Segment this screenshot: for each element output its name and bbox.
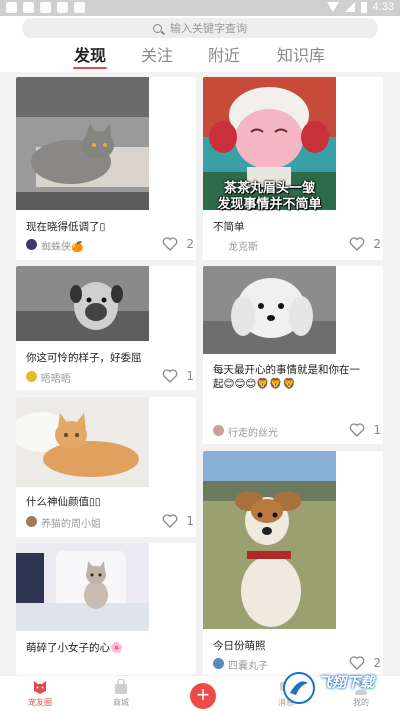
watermark: 飞翔下载 (282, 668, 394, 708)
post-image-pug[interactable] (16, 266, 149, 341)
like-count: 1 (373, 423, 381, 437)
username[interactable]: 蜘蛛侠🍊 (41, 238, 83, 253)
post-meta: 晤晤晤 1 (26, 369, 196, 385)
post-image-white-puppy[interactable] (203, 266, 336, 354)
post-meta: 蜘蛛侠🍊 2 (26, 237, 196, 253)
notification-icon (23, 2, 34, 13)
post-meta: 龙克斯 2 (213, 237, 383, 253)
post-meta: 养猫的周小姐 1 (26, 514, 196, 530)
username[interactable]: 养猫的周小姐 (41, 515, 101, 530)
nav-pet-circle[interactable]: 宠友圈 (10, 679, 70, 708)
like-count: 1 (186, 369, 194, 383)
like-count: 1 (186, 514, 194, 528)
post-title: 每天最开心的事情就是和你在一 (213, 364, 360, 376)
image-caption: 发现事情并不简单 (217, 197, 322, 212)
notification-icon (57, 2, 68, 13)
post-card[interactable]: 今日份萌照 四囊丸子 2 (203, 451, 383, 675)
signal-icon (344, 2, 355, 12)
watermark-logo-icon (283, 672, 315, 704)
post-title: 你这可怜的样子，好委屈 (26, 352, 142, 364)
heart-icon[interactable] (349, 423, 365, 437)
status-bar: 4:33 (0, 0, 400, 16)
post-title: 什么神仙颜值▯▯ (26, 496, 101, 508)
app-header: 输入关键字查询 发现 关注 附近 知识库 (0, 16, 400, 72)
add-post-button[interactable]: + (190, 683, 216, 709)
search-bar[interactable]: 输入关键字查询 (22, 18, 378, 38)
post-title: 不简单 (213, 221, 245, 233)
watermark-text: 飞翔下载 (318, 675, 374, 691)
post-meta: 行走的丝光 1 (213, 423, 383, 439)
post-title: 萌碎了小女子的心🌸 (26, 642, 124, 654)
wifi-icon (326, 2, 339, 12)
post-card[interactable]: 现在晓得低调了▯ 蜘蛛侠🍊 2 (16, 77, 196, 260)
notification-icon (6, 2, 17, 13)
battery-icon (360, 1, 367, 13)
notification-icons (6, 2, 85, 13)
heart-icon[interactable] (162, 369, 178, 383)
username[interactable]: 四囊丸子 (228, 657, 268, 672)
post-image-orange-cat[interactable] (16, 397, 149, 487)
post-card[interactable]: 萌碎了小女子的心🌸 (16, 543, 196, 675)
notification-icon (74, 2, 85, 13)
avatar[interactable] (26, 239, 37, 250)
like-count: 2 (186, 237, 194, 251)
notification-icon (40, 2, 51, 13)
post-title: 今日份萌照 (213, 640, 266, 652)
heart-icon[interactable] (349, 237, 365, 251)
search-placeholder: 输入关键字查询 (170, 22, 247, 35)
heart-icon[interactable] (162, 237, 178, 251)
tab-nearby[interactable]: 附近 (184, 42, 264, 66)
avatar[interactable] (26, 516, 37, 527)
tab-knowledge[interactable]: 知识库 (261, 42, 341, 66)
post-image-kitten[interactable] (16, 543, 149, 631)
avatar[interactable] (213, 239, 224, 250)
post-card[interactable]: 你这可怜的样子，好委屈 晤晤晤 1 (16, 266, 196, 390)
active-tab-indicator (73, 67, 107, 69)
username[interactable]: 晤晤晤 (41, 370, 71, 385)
post-card[interactable]: 什么神仙颜值▯▯ 养猫的周小姐 1 (16, 397, 196, 537)
post-image-dog-on-grass[interactable] (203, 451, 336, 629)
nav-label: 商城 (113, 698, 129, 707)
post-card[interactable]: 茶茶丸眉头一皱 发现事情并不简单 不简单 龙克斯 2 (203, 77, 383, 260)
add-icon: + (196, 682, 210, 707)
shop-bag-icon (115, 679, 127, 694)
avatar[interactable] (26, 371, 37, 382)
username[interactable]: 行走的丝光 (228, 424, 278, 439)
post-card[interactable]: 每天最开心的事情就是和你在一 起😊😊😊🦁🦁🦁 行走的丝光 1 (203, 266, 383, 444)
post-title: 现在晓得低调了▯ (26, 221, 106, 233)
nav-label: 宠友圈 (28, 698, 52, 707)
clock: 4:33 (372, 1, 394, 13)
post-title: 起😊😊😊🦁🦁🦁 (213, 378, 296, 390)
heart-icon[interactable] (162, 514, 178, 528)
avatar[interactable] (213, 658, 224, 669)
nav-shop[interactable]: 商城 (91, 679, 151, 708)
like-count: 2 (373, 237, 381, 251)
avatar[interactable] (213, 425, 224, 436)
feed-tabs: 发现 关注 附近 知识库 (0, 42, 400, 70)
username[interactable]: 龙克斯 (228, 238, 258, 253)
search-icon (153, 23, 162, 33)
system-tray: 4:33 (326, 1, 394, 13)
cat-face-icon (34, 681, 46, 694)
post-image-grey-cat[interactable] (16, 77, 149, 210)
